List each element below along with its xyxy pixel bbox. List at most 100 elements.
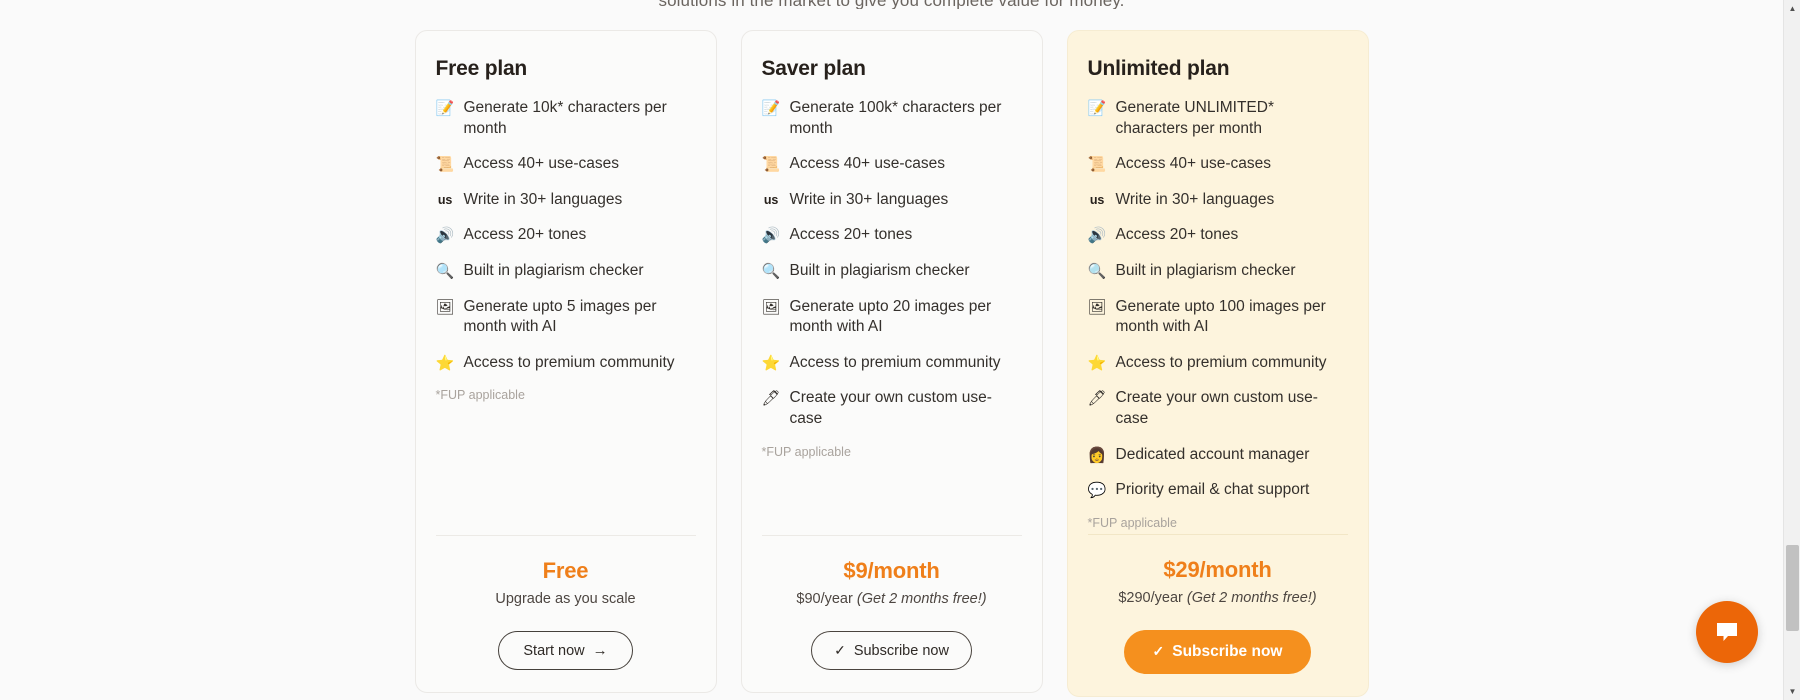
plan-feature-label: Built in plagiarism checker (789, 262, 970, 280)
plan-card: Saver plan 📝 Generate 100k* characters per… (740, 30, 1043, 693)
plan-feature-item: 📜 Access 40+ use-cases (762, 154, 1022, 175)
scroll-down-arrow[interactable]: ▼ (1784, 683, 1800, 700)
magnifier-icon: 🔍 (1087, 262, 1107, 281)
plan-feature-label: Generate 100k* characters per month (789, 99, 1002, 137)
plan-card: Unlimited plan 📝 Generate UNLIMITED* chara… (1066, 30, 1369, 697)
plan-feature-label: Built in plagiarism checker (463, 262, 644, 280)
plan-feature-list: 📝 Generate 10k* characters per month 📜 Acce… (436, 98, 696, 535)
plan-feature-item: 🖊 Create your own custom use-case (1088, 388, 1348, 429)
plan-feature-label: Write in 30+ languages (463, 190, 623, 208)
plan-price-subtext: $290/year (Get 2 months free!) (1088, 590, 1348, 606)
person-icon: 👩 (1087, 445, 1107, 464)
framed-picture-icon: 🖼 (761, 297, 781, 316)
plan-price-block: $29/month $290/year (Get 2 months free!) ✓… (1087, 533, 1348, 674)
plan-feature-label: Generate UNLIMITED* characters per month (1115, 99, 1275, 137)
plan-feature-label: Access 20+ tones (789, 226, 913, 244)
plan-feature-list: 📝 Generate UNLIMITED* characters per mont… (1088, 98, 1348, 534)
plan-feature-item: 🔍 Built in plagiarism checker (762, 261, 1022, 282)
framed-picture-icon: 🖼 (1087, 297, 1107, 316)
plan-cta-wrap: ✓ Subscribe now (762, 631, 1022, 670)
language-abbr-icon: us (1089, 192, 1105, 207)
plan-price-subtext: $90/year (Get 2 months free!) (762, 591, 1022, 607)
fup-footnote: *FUP applicable (761, 444, 851, 459)
plan-price-block: $9/month $90/year (Get 2 months free!) ✓ Su… (761, 535, 1022, 670)
plan-cta-button[interactable]: Start now → (498, 631, 633, 670)
arrow-right-icon: → (592, 642, 608, 659)
plan-feature-label: Access 40+ use-cases (1115, 155, 1272, 173)
plan-feature-item: 🖼 Generate upto 20 images per month with … (762, 297, 1022, 338)
scroll-icon: 📜 (761, 155, 781, 174)
chat-bubble-icon (1717, 623, 1737, 641)
plan-feature-item: 🔊 Access 20+ tones (436, 225, 696, 246)
plan-cta-button[interactable]: ✓ Subscribe now (1123, 629, 1312, 674)
plan-feature-label: Access to premium community (1115, 353, 1327, 371)
plan-price: $29/month (1163, 556, 1272, 582)
plan-price-promo: (Get 2 months free!) (856, 591, 987, 607)
scrollbar-thumb[interactable] (1786, 545, 1799, 631)
star-icon: ⭐ (761, 353, 781, 372)
plan-feature-item: 🖼 Generate upto 100 images per month with… (1088, 297, 1348, 338)
plan-card: Free plan 📝 Generate 10k* characters per m… (414, 30, 717, 693)
language-abbr-icon: us (437, 192, 453, 207)
language-abbr-icon: us (763, 192, 779, 207)
plan-title: Saver plan (761, 57, 866, 80)
scroll-icon: 📜 (435, 155, 455, 174)
chat-launcher-button[interactable] (1696, 601, 1758, 663)
plan-feature-item: 🖊 Create your own custom use-case (762, 388, 1022, 429)
fup-footnote: *FUP applicable (435, 388, 525, 403)
scroll-up-arrow[interactable]: ▲ (1784, 0, 1800, 17)
speaker-icon: 🔊 (1087, 226, 1107, 245)
plan-feature-label: Access 20+ tones (463, 226, 587, 244)
plan-feature-item: ⭐ Access to premium community (436, 353, 696, 374)
intro-text: solutions in the market to give you comp… (0, 0, 1783, 9)
plan-feature-item: 📝 Generate 100k* characters per month (762, 98, 1022, 139)
plan-price-promo: (Get 2 months free!) (1186, 589, 1317, 606)
plan-feature-item: 🔍 Built in plagiarism checker (436, 261, 696, 282)
plan-feature-label: Create your own custom use-case (789, 389, 992, 428)
speaker-icon: 🔊 (761, 226, 781, 245)
plan-price-subtext-main: Upgrade as you scale (495, 591, 636, 607)
plan-feature-label: Priority email & chat support (1115, 481, 1310, 499)
star-icon: ⭐ (435, 353, 455, 372)
plan-feature-item: 🔊 Access 20+ tones (762, 225, 1022, 246)
plan-feature-item: 📝 Generate UNLIMITED* characters per mont… (1088, 98, 1348, 139)
pen-icon: 🖊 (1087, 389, 1107, 408)
plan-feature-item: 👩 Dedicated account manager (1088, 445, 1348, 466)
memo-icon: 📝 (435, 99, 455, 117)
plan-feature-item: ⭐ Access to premium community (1088, 353, 1348, 374)
plan-feature-item: us Write in 30+ languages (436, 190, 696, 211)
memo-icon: 📝 (761, 99, 781, 117)
plan-cta-label: Subscribe now (1172, 642, 1283, 660)
plan-feature-item: 🖼 Generate upto 5 images per month with A… (436, 297, 696, 338)
plan-title: Unlimited plan (1087, 57, 1230, 80)
plan-feature-item: 🔍 Built in plagiarism checker (1088, 261, 1348, 282)
check-icon: ✓ (834, 642, 846, 658)
magnifier-icon: 🔍 (761, 262, 781, 281)
plan-feature-item: us Write in 30+ languages (762, 190, 1022, 211)
plan-price-subtext: Upgrade as you scale (436, 591, 696, 607)
plan-feature-label: Access 40+ use-cases (463, 155, 620, 173)
plan-feature-label: Dedicated account manager (1115, 445, 1310, 463)
plan-feature-label: Built in plagiarism checker (1115, 262, 1296, 280)
plan-feature-item: 💬 Priority email & chat support (1088, 480, 1348, 501)
pricing-plans-row: Free plan 📝 Generate 10k* characters per m… (0, 30, 1783, 697)
plan-feature-label: Create your own custom use-case (1115, 389, 1318, 428)
pen-icon: 🖊 (761, 389, 781, 408)
chat-bubble-icon: 💬 (1087, 481, 1107, 500)
plan-cta-wrap: Start now → (436, 631, 696, 670)
page-scrollbar[interactable]: ▲ ▼ (1783, 0, 1800, 700)
plan-feature-item: 📜 Access 40+ use-cases (1088, 154, 1348, 175)
plan-feature-item: us Write in 30+ languages (1088, 190, 1348, 211)
plan-price-block: Free Upgrade as you scale Start now → (435, 535, 696, 670)
plan-feature-item: ⭐ Access to premium community (762, 353, 1022, 374)
check-icon: ✓ (1152, 643, 1165, 660)
plan-cta-label: Subscribe now (853, 642, 949, 659)
framed-picture-icon: 🖼 (435, 297, 455, 316)
plan-price-subtext-main: $290/year (1118, 589, 1187, 606)
plan-feature-item: 📜 Access 40+ use-cases (436, 154, 696, 175)
plan-feature-label: Write in 30+ languages (789, 190, 949, 208)
plan-cta-wrap: ✓ Subscribe now (1088, 629, 1348, 674)
plan-feature-label: Generate upto 20 images per month with A… (789, 297, 992, 336)
speaker-icon: 🔊 (435, 226, 455, 245)
plan-cta-button[interactable]: ✓ Subscribe now (811, 631, 972, 670)
